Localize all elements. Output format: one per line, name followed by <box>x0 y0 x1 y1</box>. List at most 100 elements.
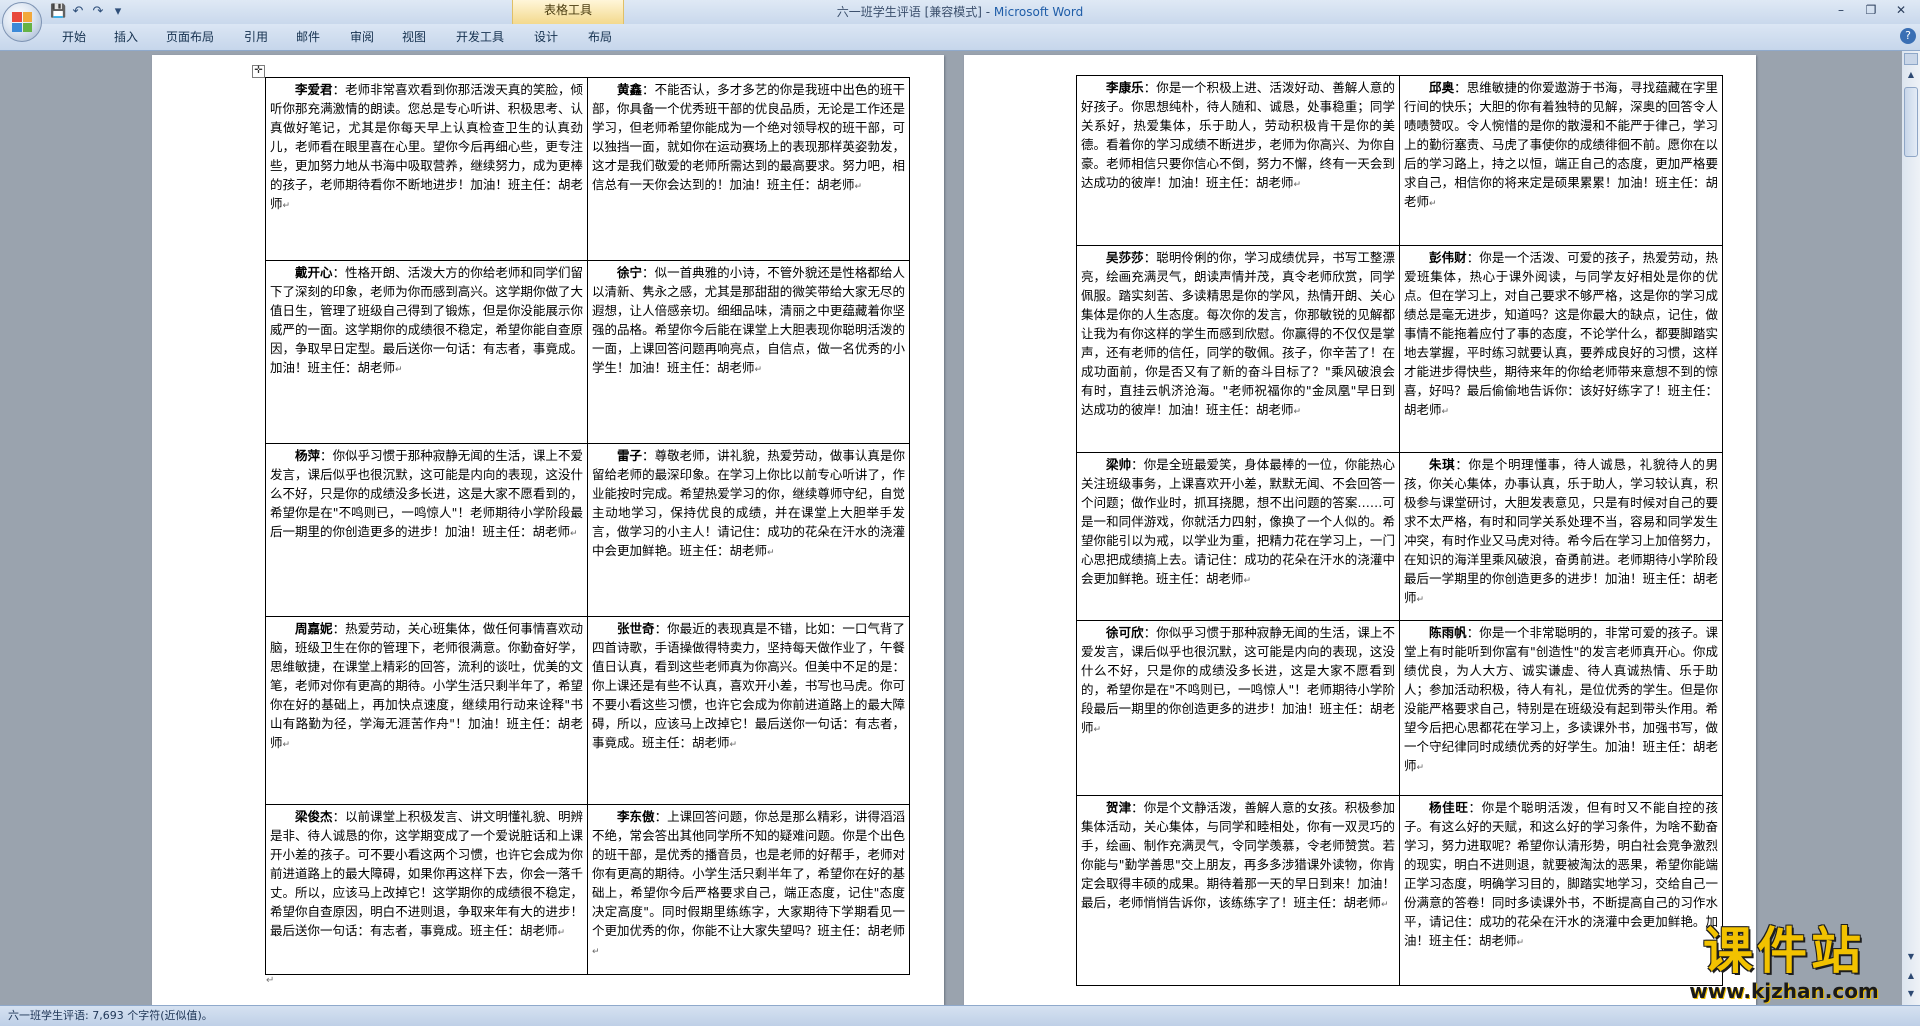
table-cell[interactable]: 杨萍：你似乎习惯于那种寂静无闻的生活，课上不爱发言，课后似乎也很沉默，这可能是内… <box>265 443 588 617</box>
table-row: 周嘉妮：热爱劳动，关心班集体，做任何事情喜欢动脑，班级卫生在你的管理下，老师很满… <box>265 616 910 805</box>
ruler-toggle-icon[interactable] <box>1904 53 1918 65</box>
student-name: 李爱君 <box>295 82 333 97</box>
tab-design[interactable]: 设计 <box>528 27 564 47</box>
page-right[interactable]: 李康乐：你是一个积极上进、活泼好动、善解人意的好孩子。你思想纯朴，待人随和、诚恳… <box>964 55 1756 1005</box>
table-cell[interactable]: 梁俊杰：以前课堂上积极发言、讲文明懂礼貌、明辨是非、待人诚恳的你，这学期变成了一… <box>265 804 588 975</box>
table-tools-context-label: 表格工具 <box>512 0 624 24</box>
help-icon[interactable]: ? <box>1900 28 1916 44</box>
tab-layout[interactable]: 布局 <box>582 27 618 47</box>
student-name: 梁俊杰 <box>295 809 333 824</box>
comment-text: ：热爱劳动，关心班集体，做任何事情喜欢动脑，班级卫生在你的管理下，老师很满意。你… <box>270 621 583 750</box>
student-name: 张世奇 <box>617 621 655 636</box>
table-cell[interactable]: 黄鑫：不能否认，多才多艺的你是我班中出色的班干部，你具备一个优秀班干部的优良品质… <box>587 77 910 261</box>
undo-icon[interactable]: ↶ <box>70 4 86 20</box>
customize-qat-icon[interactable]: ▾ <box>110 4 126 20</box>
student-name: 朱琪 <box>1429 457 1456 472</box>
student-name: 戴开心 <box>295 265 333 280</box>
table-cell[interactable]: 徐可欣：你似乎习惯于那种寂静无闻的生活，课上不爱发言，课后似乎也很沉默，这可能是… <box>1076 620 1400 796</box>
redo-icon[interactable]: ↷ <box>90 4 106 20</box>
table-cell[interactable]: 彭伟财：你是一个活泼、可爱的孩子，热爱劳动，热爱班集体，热心于课外阅读，与同学友… <box>1399 245 1723 453</box>
tab-references[interactable]: 引用 <box>238 27 274 47</box>
table-cell[interactable]: 李康乐：你是一个积极上进、活泼好动、善解人意的好孩子。你思想纯朴，待人随和、诚恳… <box>1076 75 1400 246</box>
watermark-title: 课件站 <box>1703 921 1865 980</box>
comment-text: ：性格开朗、活泼大方的你给老师和同学们留下了深刻的印象，老师为你而感到高兴。这学… <box>270 265 583 375</box>
table-row: 吴莎莎：聪明伶俐的你，学习成绩优异，书写工整漂亮，绘画充满灵气，朗读声情并茂，真… <box>1076 245 1723 453</box>
student-name: 徐可欣 <box>1106 625 1144 640</box>
table-cell[interactable]: 徐宁：似一首典雅的小诗，不管外貌还是性格都给人以清新、隽永之感，尤其是那甜甜的微… <box>587 260 910 444</box>
scroll-thumb[interactable] <box>1904 87 1918 157</box>
comments-table-left[interactable]: 李爱君：老师非常喜欢看到你那活泼天真的笑脸，倾听你那充满激情的朗读。您总是专心听… <box>265 77 910 975</box>
table-cell[interactable]: 雷子：尊敬老师，讲礼貌，热爱劳动，做事认真是你留给老师的最深印象。在学习上你比以… <box>587 443 910 617</box>
comment-text: ：老师非常喜欢看到你那活泼天真的笑脸，倾听你那充满激情的朗读。您总是专心听讲、积… <box>270 82 583 211</box>
restore-button[interactable]: ❐ <box>1856 0 1886 20</box>
comment-text: ：你最近的表现真是不错，比如：一口气背了四首诗歌，手语操做得特卖力，坚持每天做作… <box>592 621 905 750</box>
student-name: 徐宁 <box>617 265 643 280</box>
student-name: 李东傲 <box>617 809 655 824</box>
table-cell[interactable]: 张世奇：你最近的表现真是不错，比如：一口气背了四首诗歌，手语操做得特卖力，坚持每… <box>587 616 910 805</box>
student-name: 雷子 <box>617 448 643 463</box>
tab-home[interactable]: 开始 <box>56 27 92 47</box>
close-button[interactable]: ✕ <box>1886 0 1916 20</box>
table-cell[interactable]: 李爱君：老师非常喜欢看到你那活泼天真的笑脸，倾听你那充满激情的朗读。您总是专心听… <box>265 77 588 261</box>
scroll-up-icon[interactable]: ▲ <box>1904 67 1918 83</box>
student-name: 贺津 <box>1106 800 1132 815</box>
table-row: 徐可欣：你似乎习惯于那种寂静无闻的生活，课上不爱发言，课后似乎也很沉默，这可能是… <box>1076 620 1723 796</box>
comment-text: ：上课回答问题，你总是那么精彩，讲得滔滔不绝，常会答出其他同学所不知的疑难问题。… <box>592 809 905 938</box>
comment-text: ：你是个明理懂事，待人诚恳，礼貌待人的男孩，你关心集体，办事认真，乐于助人，学习… <box>1404 457 1718 605</box>
window-title: 六一班学生评语 [兼容模式] - Microsoft Word <box>0 0 1920 24</box>
comment-text: ：你是一个非常聪明的，非常可爱的孩子。课堂上有时能听到你富有"创造性"的发言老师… <box>1404 625 1718 773</box>
save-icon[interactable]: 💾 <box>50 4 66 20</box>
comment-text: ：你是全班最爱笑，身体最棒的一位，你能热心关注班级事务，上课喜欢开小差，默默无闻… <box>1081 457 1395 586</box>
table-cell[interactable]: 李东傲：上课回答问题，你总是那么精彩，讲得滔滔不绝，常会答出其他同学所不知的疑难… <box>587 804 910 975</box>
watermark-url: www.kjzhan.com <box>1689 979 1879 1003</box>
table-row: 李康乐：你是一个积极上进、活泼好动、善解人意的好孩子。你思想纯朴，待人随和、诚恳… <box>1076 75 1723 246</box>
document-workspace: ✛ 李爱君：老师非常喜欢看到你那活泼天真的笑脸，倾听你那充满激情的朗读。您总是专… <box>0 51 1902 1005</box>
next-page-icon[interactable]: ▼ <box>1904 987 1918 1001</box>
office-logo-icon <box>12 12 32 32</box>
student-name: 杨萍 <box>295 448 321 463</box>
table-move-handle-icon[interactable]: ✛ <box>252 65 265 78</box>
comment-text: ：不能否认，多才多艺的你是我班中出色的班干部，你具备一个优秀班干部的优良品质，无… <box>592 82 905 192</box>
table-cell[interactable]: 陈雨帆：你是一个非常聪明的，非常可爱的孩子。课堂上有时能听到你富有"创造性"的发… <box>1399 620 1723 796</box>
office-button[interactable] <box>2 2 42 42</box>
comment-text: ：尊敬老师，讲礼貌，热爱劳动，做事认真是你留给老师的最深印象。在学习上你比以前专… <box>592 448 905 558</box>
student-name: 陈雨帆 <box>1429 625 1467 640</box>
student-name: 梁帅 <box>1106 457 1132 472</box>
table-row: 梁俊杰：以前课堂上积极发言、讲文明懂礼貌、明辨是非、待人诚恳的你，这学期变成了一… <box>265 804 910 975</box>
comments-table-right[interactable]: 李康乐：你是一个积极上进、活泼好动、善解人意的好孩子。你思想纯朴，待人随和、诚恳… <box>1076 75 1723 986</box>
comment-text: ：你似乎习惯于那种寂静无闻的生活，课上不爱发言，课后似乎也很沉默，这可能是内向的… <box>1081 625 1395 735</box>
tab-review[interactable]: 审阅 <box>344 27 380 47</box>
previous-page-icon[interactable]: ▲ <box>1904 969 1918 983</box>
tab-page-layout[interactable]: 页面布局 <box>160 27 220 47</box>
tab-view[interactable]: 视图 <box>396 27 432 47</box>
table-cell[interactable]: 邱奥：思维敏捷的你爱遨游于书海，寻找蕴藏在字里行间的快乐；大胆的你有着独特的见解… <box>1399 75 1723 246</box>
comment-text: ：以前课堂上积极发言、讲文明懂礼貌、明辨是非、待人诚恳的你，这学期变成了一个爱说… <box>270 809 583 938</box>
title-bar: 表格工具 六一班学生评语 [兼容模式] - Microsoft Word 💾 ↶… <box>0 0 1920 24</box>
scroll-down-icon[interactable]: ▼ <box>1904 949 1918 965</box>
comment-text: ：你是一个积极上进、活泼好动、善解人意的好孩子。你思想纯朴，待人随和、诚恳，处事… <box>1081 80 1395 190</box>
ribbon-tabs: 开始 插入 页面布局 引用 邮件 审阅 视图 开发工具 设计 布局 <box>0 24 1920 51</box>
tab-insert[interactable]: 插入 <box>108 27 144 47</box>
student-name: 邱奥 <box>1429 80 1455 95</box>
window-controls: – ❐ ✕ <box>1826 0 1916 22</box>
student-name: 李康乐 <box>1106 80 1144 95</box>
tab-developer[interactable]: 开发工具 <box>450 27 510 47</box>
comment-text: ：聪明伶俐的你，学习成绩优异，书写工整漂亮，绘画充满灵气，朗读声情并茂，真令老师… <box>1081 250 1395 417</box>
table-cell[interactable]: 梁帅：你是全班最爱笑，身体最棒的一位，你能热心关注班级事务，上课喜欢开小差，默默… <box>1076 452 1400 621</box>
table-cell[interactable]: 吴莎莎：聪明伶俐的你，学习成绩优异，书写工整漂亮，绘画充满灵气，朗读声情并茂，真… <box>1076 245 1400 453</box>
table-cell[interactable]: 戴开心：性格开朗、活泼大方的你给老师和同学们留下了深刻的印象，老师为你而感到高兴… <box>265 260 588 444</box>
comment-text: ：思维敏捷的你爱遨游于书海，寻找蕴藏在字里行间的快乐；大胆的你有着独特的见解，深… <box>1404 80 1718 209</box>
vertical-scrollbar[interactable]: ▲ ▼ ▲ ▼ <box>1902 51 1920 1005</box>
table-cell[interactable]: 贺津：你是个文静活泼，善解人意的女孩。积极参加集体活动，关心集体，与同学和睦相处… <box>1076 795 1400 986</box>
word-count-status[interactable]: 六一班学生评语: 7,693 个字符(近似值)。 <box>8 1006 213 1026</box>
page-left[interactable]: ✛ 李爱君：老师非常喜欢看到你那活泼天真的笑脸，倾听你那充满激情的朗读。您总是专… <box>152 55 944 1005</box>
table-row: 杨萍：你似乎习惯于那种寂静无闻的生活，课上不爱发言，课后似乎也很沉默，这可能是内… <box>265 443 910 617</box>
status-bar: 六一班学生评语: 7,693 个字符(近似值)。 <box>0 1005 1920 1026</box>
watermark-logo: 课件站 www.kjzhan.com <box>1668 922 1900 1004</box>
student-name: 彭伟财 <box>1429 250 1467 265</box>
table-cell[interactable]: 周嘉妮：热爱劳动，关心班集体，做任何事情喜欢动脑，班级卫生在你的管理下，老师很满… <box>265 616 588 805</box>
minimize-button[interactable]: – <box>1826 0 1856 20</box>
tab-mailings[interactable]: 邮件 <box>290 27 326 47</box>
document-title: 六一班学生评语 [兼容模式] - <box>836 5 994 19</box>
table-cell[interactable]: 朱琪：你是个明理懂事，待人诚恳，礼貌待人的男孩，你关心集体，办事认真，乐于助人，… <box>1399 452 1723 621</box>
